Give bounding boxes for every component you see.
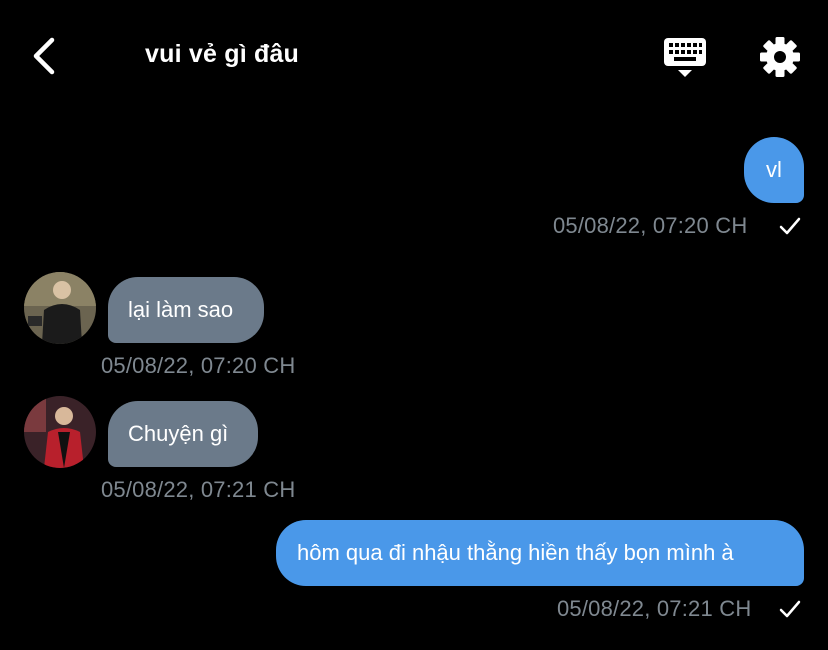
keyboard-icon	[664, 38, 706, 77]
gear-icon	[760, 37, 800, 77]
message-timestamp: 05/08/22, 07:21 CH	[557, 596, 752, 621]
message-text: hôm qua đi nhậu thằng hiền thấy bọn mình…	[297, 540, 734, 565]
message-text: vl	[766, 157, 782, 182]
chat-title: vui vẻ gì đâu	[145, 40, 300, 68]
keyboard-button[interactable]	[662, 36, 708, 80]
avatar-photo	[24, 272, 96, 344]
chevron-left-icon	[33, 37, 55, 75]
chat-header: vui vẻ gì đâu	[0, 0, 828, 110]
message-bubble-outgoing[interactable]: hôm qua đi nhậu thằng hiền thấy bọn mình…	[276, 520, 804, 586]
message-bubble-outgoing[interactable]: vl	[744, 137, 804, 203]
message-bubble-incoming[interactable]: lại làm sao	[108, 277, 264, 343]
avatar[interactable]	[24, 396, 96, 468]
message-timestamp: 05/08/22, 07:20 CH	[553, 213, 748, 238]
avatar-photo	[24, 396, 96, 468]
settings-button[interactable]	[758, 35, 802, 79]
message-timestamp: 05/08/22, 07:20 CH	[101, 353, 296, 378]
back-button[interactable]	[28, 34, 68, 78]
message-timestamp: 05/08/22, 07:21 CH	[101, 477, 296, 502]
avatar[interactable]	[24, 272, 96, 344]
checkmark-icon	[779, 217, 801, 235]
checkmark-icon	[779, 600, 801, 618]
message-text: lại làm sao	[128, 297, 234, 322]
message-bubble-incoming[interactable]: Chuyện gì	[108, 401, 258, 467]
message-text: Chuyện gì	[128, 421, 229, 446]
